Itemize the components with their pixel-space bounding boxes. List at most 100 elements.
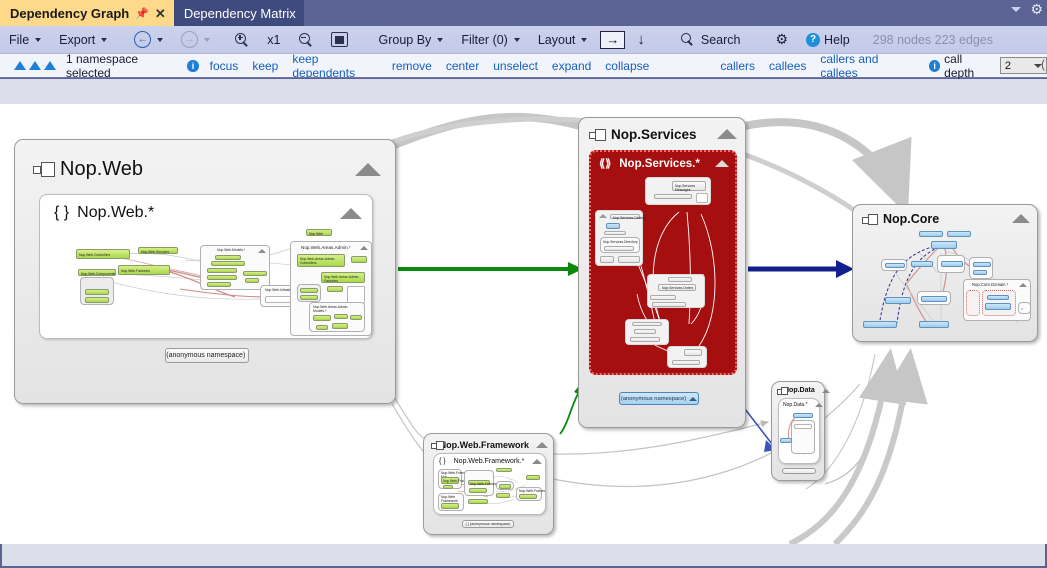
chevron-down-icon[interactable] xyxy=(204,37,211,42)
mini-node: Nop.Web.Factories xyxy=(118,265,170,275)
mini-label: Nop.Core.Domain.* xyxy=(972,282,1009,287)
tab-dependency-graph[interactable]: Dependency Graph 📌 ✕ xyxy=(0,0,174,26)
expand-all-icon[interactable] xyxy=(0,61,66,70)
zoom-reset-button[interactable]: x1 xyxy=(258,26,289,53)
search-label: Search xyxy=(700,32,741,47)
settings-button[interactable]: ⚙ xyxy=(749,26,797,53)
namespace-icon: ⟪⟫ xyxy=(599,158,612,170)
help-button[interactable]: ? Help xyxy=(797,26,859,53)
triangle-icon xyxy=(29,61,41,70)
chevron-down-icon[interactable] xyxy=(157,37,164,42)
collapse-icon[interactable] xyxy=(340,207,362,219)
action-collapse[interactable]: collapse xyxy=(598,59,656,73)
collapse-icon xyxy=(360,246,368,250)
graph-node-nop-web-framework[interactable]: Nop.Web.Framework { } Nop.Web.Framework.… xyxy=(423,433,554,535)
assembly-icon xyxy=(33,162,55,177)
forward-button[interactable]: → xyxy=(172,26,219,53)
namespace-group-nop-web-star[interactable]: { } Nop.Web.* Nop.Web.Controllers Nop.We… xyxy=(39,194,373,339)
namespace-group-data[interactable]: Nop.Data.* xyxy=(778,398,824,464)
action-center[interactable]: center xyxy=(439,59,486,73)
graph-node-nop-services[interactable]: Nop.Services ⟪⟫ Nop.Services.* Nop.Servi… xyxy=(578,117,746,428)
anon-label: { } (anonymous namespace) xyxy=(165,352,246,359)
triangle-icon xyxy=(44,61,56,70)
collapse-icon[interactable] xyxy=(821,388,830,393)
collapse-icon[interactable] xyxy=(1012,214,1030,223)
direction-horizontal-button[interactable]: → xyxy=(600,30,626,49)
anon-label: { } (anonymous namespace) xyxy=(465,522,511,526)
namespace-title: Nop.Services.* xyxy=(619,157,700,170)
anon-label: (anonymous namespace) xyxy=(620,395,687,402)
layout-label: Layout xyxy=(537,32,576,47)
action-callers-and-callees[interactable]: callers and callees xyxy=(813,52,919,80)
call-depth-select[interactable]: 2 xyxy=(999,57,1047,74)
action-unselect[interactable]: unselect xyxy=(486,59,545,73)
action-callees[interactable]: callees xyxy=(762,59,813,73)
filter-menu[interactable]: Filter (0) xyxy=(452,26,529,53)
info-icon[interactable]: i xyxy=(187,59,199,72)
layout-menu[interactable]: Layout xyxy=(529,26,597,53)
main-toolbar: File Export ← → x1 Group By Filter (0) L… xyxy=(0,26,1047,54)
mini-node: Nop.Web xyxy=(306,229,332,236)
back-button[interactable]: ← xyxy=(116,26,172,53)
call-depth-value: 2 xyxy=(1004,59,1011,72)
triangle-icon xyxy=(14,61,26,70)
collapse-icon[interactable] xyxy=(355,162,381,176)
anonymous-namespace-node[interactable]: { } (anonymous namespace) xyxy=(462,520,514,528)
zoom-out-button[interactable] xyxy=(290,26,322,53)
mini-group: Nop.Services Messages xyxy=(645,177,711,205)
zoom-level-label: x1 xyxy=(267,32,281,47)
action-keep-dependents[interactable]: keep dependents xyxy=(285,52,385,80)
info-icon[interactable]: i xyxy=(929,59,941,72)
namespace-title: Nop.Data.* xyxy=(783,402,808,408)
graph-node-nop-data[interactable]: Nop.Data Nop.Data.* xyxy=(771,381,830,481)
anonymous-namespace-node[interactable] xyxy=(782,468,816,474)
chevron-down-icon xyxy=(101,37,108,42)
pin-icon[interactable]: 📌 xyxy=(135,7,149,20)
anonymous-namespace-node[interactable]: (anonymous namespace) xyxy=(619,392,699,405)
chevron-down-icon[interactable] xyxy=(1011,6,1022,12)
group-by-menu[interactable]: Group By xyxy=(357,26,453,53)
namespace-contents: Nop.Web.FrameworkMvc Nop.Web.Framework N… xyxy=(434,467,545,514)
close-icon[interactable]: ✕ xyxy=(155,7,166,20)
assembly-icon xyxy=(431,440,444,450)
search-button[interactable]: Search xyxy=(653,26,750,53)
export-menu[interactable]: Export xyxy=(50,26,116,53)
collapse-icon[interactable] xyxy=(536,441,548,448)
down-arrow-icon: ↓ xyxy=(637,31,645,48)
selection-status: 1 namespace selected xyxy=(66,51,139,80)
action-keep[interactable]: keep xyxy=(245,59,285,73)
help-label: Help xyxy=(824,32,850,47)
graph-node-nop-core[interactable]: Nop.Core Nop.Core.Domain.* x xyxy=(852,204,1038,342)
mini-node: Nop.Web.Components xyxy=(78,269,116,276)
action-expand[interactable]: expand xyxy=(545,59,598,73)
tab-label: Dependency Graph xyxy=(10,5,130,21)
file-menu-label: File xyxy=(9,32,30,47)
chevron-down-icon xyxy=(513,37,520,42)
collapse-icon[interactable] xyxy=(717,129,737,139)
graph-node-nop-web[interactable]: Nop.Web { } Nop.Web.* Nop.Web.Controller… xyxy=(14,139,396,404)
gear-icon[interactable]: ⚙ xyxy=(1030,2,1043,16)
file-menu[interactable]: File xyxy=(0,26,50,53)
graph-canvas[interactable]: Nop.Web { } Nop.Web.* Nop.Web.Controller… xyxy=(0,104,1047,544)
action-remove[interactable]: remove xyxy=(385,59,439,73)
mini-node: Nop.Web.Services xyxy=(138,247,178,254)
action-callers[interactable]: callers xyxy=(713,59,762,73)
chevron-down-icon xyxy=(581,37,588,42)
zoom-in-button[interactable] xyxy=(219,26,258,53)
fit-to-screen-button[interactable] xyxy=(322,26,357,53)
namespace-group-nop-services-star[interactable]: ⟪⟫ Nop.Services.* Nop.Services Messages … xyxy=(589,150,737,375)
collapse-icon[interactable] xyxy=(715,160,729,167)
tab-dependency-matrix[interactable]: Dependency Matrix xyxy=(173,0,304,26)
export-menu-label: Export xyxy=(59,32,96,47)
namespace-group-framework[interactable]: { } Nop.Web.Framework.* Nop.Web.Framewor… xyxy=(433,453,546,515)
action-focus[interactable]: focus xyxy=(203,59,246,73)
direction-vertical-button[interactable]: ↓ xyxy=(629,26,653,53)
collapse-icon[interactable] xyxy=(815,403,824,407)
collapse-icon[interactable] xyxy=(532,458,543,464)
node-title: Nop.Web xyxy=(60,157,144,180)
overflow-indicator[interactable]: ( xyxy=(1041,57,1045,71)
right-arrow-icon: → xyxy=(606,32,620,47)
application-window: Dependency Graph 📌 ✕ Dependency Matrix ⚙… xyxy=(0,0,1047,568)
anonymous-namespace-node[interactable]: { } (anonymous namespace) xyxy=(165,348,249,363)
